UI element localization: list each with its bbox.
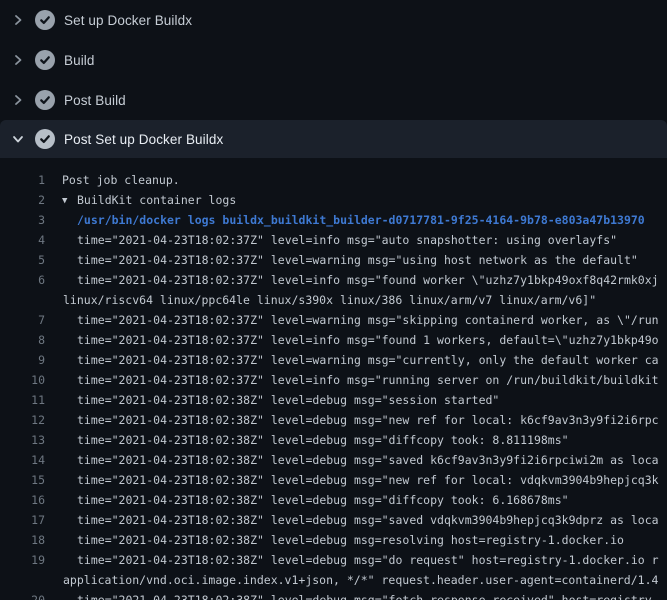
- log-line: 16 time="2021-04-23T18:02:38Z" level=deb…: [0, 490, 667, 510]
- log-line-number[interactable]: 6: [0, 270, 45, 290]
- log-line-number[interactable]: 20: [0, 590, 45, 600]
- log-line-number[interactable]: 9: [0, 350, 45, 370]
- log-line: 7 time="2021-04-23T18:02:37Z" level=warn…: [0, 310, 667, 330]
- log-line-number[interactable]: 2: [0, 190, 45, 210]
- log-line-text: time="2021-04-23T18:02:37Z" level=info m…: [77, 330, 667, 350]
- step-row-post-build[interactable]: Post Build: [0, 80, 667, 120]
- log-line-text: time="2021-04-23T18:02:37Z" level=info m…: [77, 230, 667, 250]
- log-line: 13 time="2021-04-23T18:02:38Z" level=deb…: [0, 430, 667, 450]
- step-log-output: 1 Post job cleanup. 2 ▼BuildKit containe…: [0, 158, 667, 600]
- log-line-number[interactable]: 4: [0, 230, 45, 250]
- log-line-text: time="2021-04-23T18:02:38Z" level=debug …: [77, 550, 667, 570]
- log-line: 19 time="2021-04-23T18:02:38Z" level=deb…: [0, 550, 667, 570]
- log-line: 18 time="2021-04-23T18:02:38Z" level=deb…: [0, 530, 667, 550]
- chevron-right-icon: [10, 52, 26, 68]
- step-label: Post Set up Docker Buildx: [64, 132, 223, 147]
- log-line-number[interactable]: 16: [0, 490, 45, 510]
- log-line-number[interactable]: 8: [0, 330, 45, 350]
- log-line-number[interactable]: 11: [0, 390, 45, 410]
- log-line-text: time="2021-04-23T18:02:38Z" level=debug …: [77, 490, 667, 510]
- log-line-text: time="2021-04-23T18:02:38Z" level=debug …: [77, 430, 667, 450]
- chevron-right-icon: [10, 92, 26, 108]
- log-line: 12 time="2021-04-23T18:02:38Z" level=deb…: [0, 410, 667, 430]
- log-line-text: time="2021-04-23T18:02:37Z" level=info m…: [77, 370, 667, 390]
- log-line-text: time="2021-04-23T18:02:37Z" level=warnin…: [77, 310, 667, 330]
- log-line-text[interactable]: ▼BuildKit container logs: [62, 190, 667, 210]
- log-line-text: time="2021-04-23T18:02:37Z" level=warnin…: [77, 250, 667, 270]
- log-line-text: time="2021-04-23T18:02:38Z" level=debug …: [77, 410, 667, 430]
- log-line-text: time="2021-04-23T18:02:38Z" level=debug …: [77, 590, 667, 600]
- log-line-command: 3 /usr/bin/docker logs buildx_buildkit_b…: [0, 210, 667, 230]
- log-line-text: Post job cleanup.: [62, 170, 667, 190]
- log-line-number[interactable]: 18: [0, 530, 45, 550]
- log-line-continuation: application/vnd.oci.image.index.v1+json,…: [0, 570, 667, 590]
- log-line-continuation: linux/riscv64 linux/ppc64le linux/s390x …: [0, 290, 667, 310]
- group-collapse-triangle-icon: ▼: [62, 191, 77, 210]
- log-line-number[interactable]: 3: [0, 210, 45, 230]
- check-circle-icon: [35, 129, 55, 149]
- log-line: 20 time="2021-04-23T18:02:38Z" level=deb…: [0, 590, 667, 600]
- log-line-number[interactable]: 17: [0, 510, 45, 530]
- log-line-number: [0, 570, 45, 590]
- log-line: 1 Post job cleanup.: [0, 170, 667, 190]
- step-row-set-up-docker-buildx[interactable]: Set up Docker Buildx: [0, 0, 667, 40]
- log-line-number[interactable]: 1: [0, 170, 45, 190]
- log-line-text: time="2021-04-23T18:02:38Z" level=debug …: [77, 510, 667, 530]
- log-line-number[interactable]: 13: [0, 430, 45, 450]
- log-line: 9 time="2021-04-23T18:02:37Z" level=warn…: [0, 350, 667, 370]
- log-line-text: /usr/bin/docker logs buildx_buildkit_bui…: [77, 210, 667, 230]
- log-line: 11 time="2021-04-23T18:02:38Z" level=deb…: [0, 390, 667, 410]
- log-line: 8 time="2021-04-23T18:02:37Z" level=info…: [0, 330, 667, 350]
- check-circle-icon: [35, 50, 55, 70]
- step-label: Set up Docker Buildx: [64, 13, 192, 28]
- log-line: 10 time="2021-04-23T18:02:37Z" level=inf…: [0, 370, 667, 390]
- log-line-number[interactable]: 7: [0, 310, 45, 330]
- log-line-text: time="2021-04-23T18:02:38Z" level=debug …: [77, 450, 667, 470]
- step-label: Post Build: [64, 93, 126, 108]
- log-line: 15 time="2021-04-23T18:02:38Z" level=deb…: [0, 470, 667, 490]
- step-row-build[interactable]: Build: [0, 40, 667, 80]
- check-circle-icon: [35, 10, 55, 30]
- log-line-text: time="2021-04-23T18:02:38Z" level=debug …: [77, 530, 667, 550]
- log-line-text: time="2021-04-23T18:02:38Z" level=debug …: [77, 470, 667, 490]
- log-line: 5 time="2021-04-23T18:02:37Z" level=warn…: [0, 250, 667, 270]
- log-line-number[interactable]: 15: [0, 470, 45, 490]
- log-line-text: time="2021-04-23T18:02:37Z" level=info m…: [77, 270, 667, 290]
- job-steps-list: Set up Docker Buildx Build P: [0, 0, 667, 158]
- chevron-right-icon: [10, 12, 26, 28]
- log-line-number[interactable]: 12: [0, 410, 45, 430]
- log-line: 6 time="2021-04-23T18:02:37Z" level=info…: [0, 270, 667, 290]
- log-group-header: 2 ▼BuildKit container logs: [0, 190, 667, 210]
- check-circle-icon: [35, 90, 55, 110]
- actions-log-viewer: Set up Docker Buildx Build P: [0, 0, 667, 600]
- log-line-number[interactable]: 19: [0, 550, 45, 570]
- log-line-number[interactable]: 5: [0, 250, 45, 270]
- log-line-number[interactable]: 14: [0, 450, 45, 470]
- step-row-post-set-up-docker-buildx[interactable]: Post Set up Docker Buildx: [0, 120, 667, 158]
- log-line-text: application/vnd.oci.image.index.v1+json,…: [63, 570, 667, 590]
- step-label: Build: [64, 53, 95, 68]
- log-line-text: linux/riscv64 linux/ppc64le linux/s390x …: [63, 290, 667, 310]
- log-line: 17 time="2021-04-23T18:02:38Z" level=deb…: [0, 510, 667, 530]
- log-line-text: time="2021-04-23T18:02:37Z" level=warnin…: [77, 350, 667, 370]
- log-line-number[interactable]: 10: [0, 370, 45, 390]
- log-line: 4 time="2021-04-23T18:02:37Z" level=info…: [0, 230, 667, 250]
- log-line-number: [0, 290, 45, 310]
- chevron-down-icon: [10, 131, 26, 147]
- log-line: 14 time="2021-04-23T18:02:38Z" level=deb…: [0, 450, 667, 470]
- log-line-text: time="2021-04-23T18:02:38Z" level=debug …: [77, 390, 667, 410]
